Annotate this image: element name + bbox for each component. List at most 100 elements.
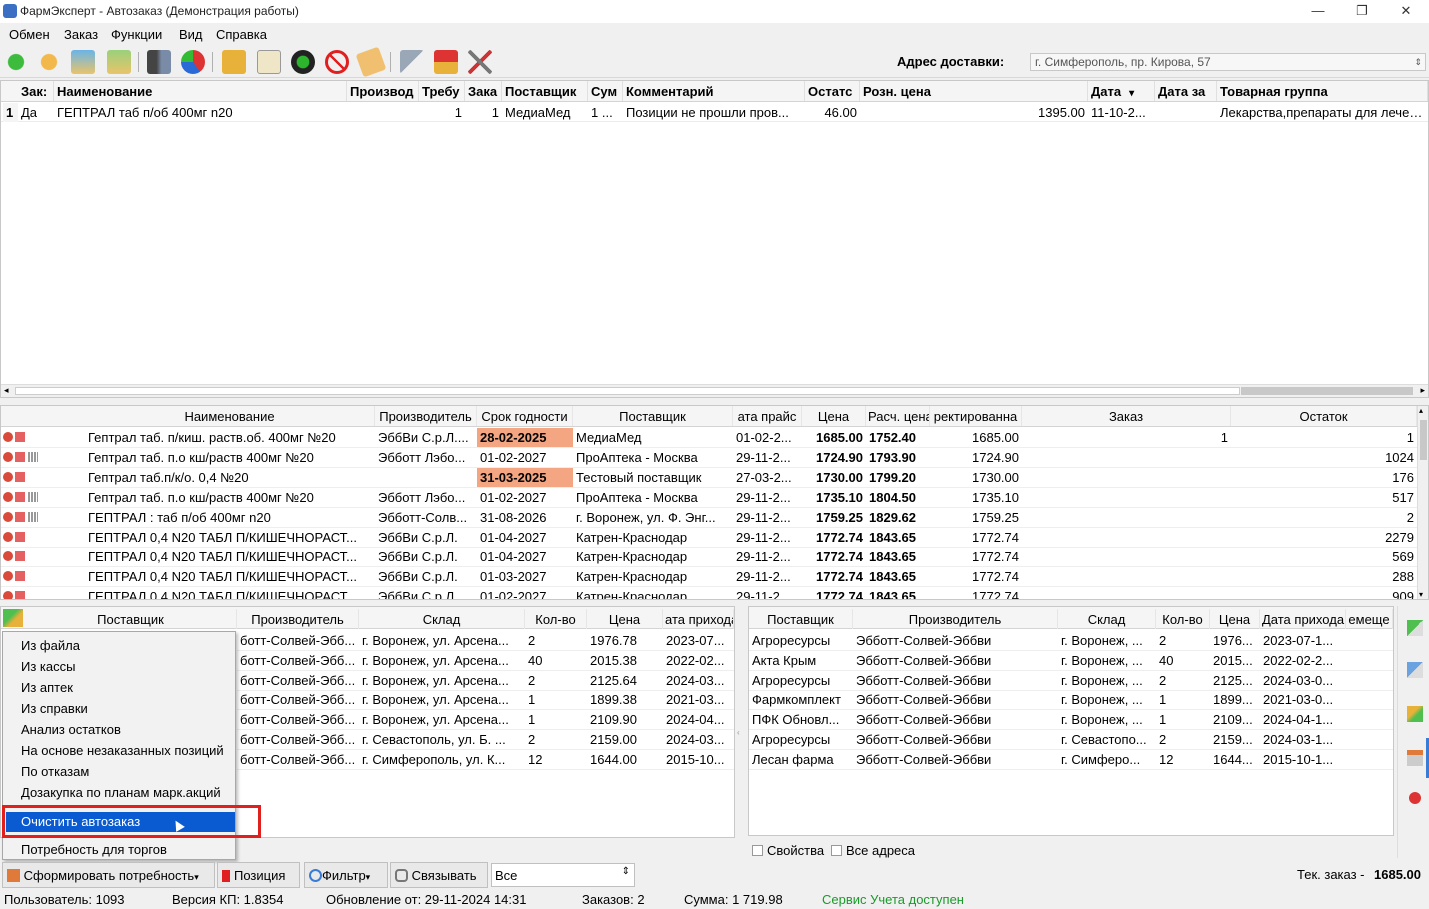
col-date[interactable]: ата прихода	[663, 609, 734, 629]
table-row[interactable]: ботт-Солвей-Эбб... г. Воронеж, ул. Арсена…	[237, 690, 734, 711]
table-row[interactable]: ГЕПТРАЛ : таб п/об 400мг n20 Эбботт-Солв.…	[1, 508, 1417, 528]
add-icon[interactable]	[3, 609, 23, 627]
table-row[interactable]: ГЕПТРАЛ 0,4 N20 ТАБЛ П/КИШЕЧНОРАСТ... Эбб…	[1, 547, 1417, 568]
tools-icon[interactable]	[468, 50, 492, 74]
table-row[interactable]: ГЕПТРАЛ 0,4 N20 ТАБЛ П/КИШЕЧНОРАСТ... Эбб…	[1, 528, 1417, 548]
table-row[interactable]: Фармкомплект Эбботт-Солвей-Эббви г. Вороне…	[749, 690, 1393, 711]
col-order[interactable]: Заказ	[1022, 406, 1231, 426]
clipboard-icon[interactable]	[257, 50, 281, 74]
table-row[interactable]: Гептрал таб. п.о кш/раств 400мг №20 Эббот…	[1, 448, 1417, 468]
table-row[interactable]: Гептрал таб. п.о кш/раств 400мг №20 Эббот…	[1, 488, 1417, 508]
col-ost[interactable]: Остатс	[805, 81, 860, 101]
menu-item-from-pharmacies[interactable]: Из аптек	[21, 680, 73, 695]
col-treb[interactable]: Требу	[419, 81, 465, 101]
table-row[interactable]: ПФК Обновл... Эбботт-Солвей-Эббви г. Ворон…	[749, 710, 1393, 731]
table-row[interactable]: ботт-Солвей-Эбб... г. Севастополь, ул. Б.…	[237, 730, 734, 750]
col-price[interactable]: Цена	[1210, 609, 1260, 629]
cell-order[interactable]	[1022, 468, 1231, 487]
col-sum[interactable]: Сум	[588, 81, 623, 101]
table-row[interactable]: Гептрал таб. п/киш. раств.об. 400мг №20 Э…	[1, 428, 1417, 448]
menu-item-unordered[interactable]: На основе незаказанных позиций	[21, 743, 224, 758]
cell-order[interactable]	[1022, 448, 1231, 467]
top-hscrollbar[interactable]: ◂ ▸	[1, 384, 1428, 397]
restore-button[interactable]: ❐	[1340, 0, 1384, 23]
col-place[interactable]: емеще	[1346, 609, 1393, 629]
col-proizv[interactable]: Производитель	[375, 406, 477, 426]
col-corr[interactable]: ректированна	[930, 406, 1022, 426]
address-select[interactable]: г. Симферополь, пр. Кирова, 57 ⇕	[1030, 53, 1426, 71]
col-name[interactable]: Наименование	[85, 406, 375, 426]
power-icon[interactable]	[291, 50, 315, 74]
col-post[interactable]: Поставщик	[573, 406, 733, 426]
col-post[interactable]: Поставщик	[749, 609, 853, 629]
document-icon[interactable]	[1407, 750, 1423, 766]
table-row[interactable]: ботт-Солвей-Эбб... г. Воронеж, ул. Арсена…	[237, 710, 734, 731]
col-qty[interactable]: Кол-во	[525, 609, 587, 629]
menu-item-from-reference[interactable]: Из справки	[21, 701, 88, 716]
col-date2[interactable]: Дата за	[1155, 81, 1217, 101]
add-green-icon[interactable]	[1407, 620, 1423, 636]
remove-icon[interactable]	[1409, 792, 1421, 804]
table-row[interactable]: 1 Да ГЕПТРАЛ таб п/об 400мг n20 1 1 Меди…	[1, 103, 1428, 122]
cell-order[interactable]: 1	[1022, 428, 1231, 447]
cell-order[interactable]	[1022, 567, 1231, 586]
col-proizv[interactable]: Производ	[347, 81, 419, 101]
binoculars-icon[interactable]	[147, 50, 171, 74]
col-qty[interactable]: Кол-во	[1156, 609, 1210, 629]
menu-item-tender-demand[interactable]: Потребность для торгов	[21, 842, 167, 857]
scroll-left-icon[interactable]: ◂	[4, 385, 9, 396]
box-icon[interactable]	[222, 50, 246, 74]
menu-vid[interactable]: Вид	[179, 27, 203, 42]
flag-icon[interactable]	[400, 50, 424, 74]
scroll-right-icon[interactable]: ▸	[1420, 385, 1425, 396]
col-date[interactable]: Дата ▾	[1088, 81, 1155, 101]
table-row[interactable]: ботт-Солвей-Эбб... г. Воронеж, ул. Арсена…	[237, 671, 734, 691]
stop-icon[interactable]	[325, 50, 349, 74]
col-srok[interactable]: Срок годности	[477, 406, 573, 426]
menu-item-from-cash[interactable]: Из кассы	[21, 659, 75, 674]
col-group[interactable]: Товарная группа	[1217, 81, 1428, 101]
mid-vscrollbar[interactable]: ▴ ▾	[1417, 406, 1428, 599]
col-proizv[interactable]: Производитель	[853, 609, 1058, 629]
pie-chart-icon[interactable]	[181, 50, 205, 74]
house-icon[interactable]	[434, 50, 458, 74]
properties-checkbox[interactable]	[752, 845, 763, 856]
refresh-green-icon[interactable]	[4, 50, 28, 74]
close-button[interactable]: ✕	[1384, 0, 1428, 23]
minimize-button[interactable]: —	[1296, 0, 1340, 23]
cell-order[interactable]	[1022, 508, 1231, 527]
col-zakaz[interactable]: Зака	[465, 81, 502, 101]
menu-obmen[interactable]: Обмен	[9, 27, 50, 42]
cell-order[interactable]	[1022, 547, 1231, 566]
col-post[interactable]: Поставщик	[25, 609, 237, 629]
menu-item-stock-analysis[interactable]: Анализ остатков	[21, 722, 121, 737]
table-row[interactable]: Агроресурсы Эбботт-Солвей-Эббви г. Воронеж…	[749, 671, 1393, 691]
table-row[interactable]: Лесан фарма Эбботт-Солвей-Эббви г. Симферо…	[749, 750, 1393, 770]
col-zak[interactable]: Зак:	[18, 81, 54, 101]
col-date[interactable]: Дата прихода	[1260, 609, 1346, 629]
cell-order[interactable]	[1022, 587, 1231, 599]
form-demand-button[interactable]: Сформировать потребность▾	[2, 862, 215, 888]
menu-funkcii[interactable]: Функции	[111, 27, 162, 42]
all-addresses-checkbox[interactable]	[831, 845, 842, 856]
col-sklad[interactable]: Склад	[359, 609, 525, 629]
table-row[interactable]: ГЕПТРАЛ 0,4 N20 ТАБЛ П/КИШЕЧНОРАСТ... Эбб…	[1, 587, 1417, 599]
col-calc[interactable]: Расч. цена	[866, 406, 930, 426]
table-row[interactable]: ботт-Солвей-Эбб... г. Воронеж, ул. Арсена…	[237, 651, 734, 671]
table-row[interactable]: Акта Крым Эбботт-Солвей-Эббви г. Воронеж, …	[749, 651, 1393, 671]
col-post[interactable]: Поставщик	[502, 81, 588, 101]
col-date[interactable]: ата прайс	[733, 406, 802, 426]
position-button[interactable]: Позиция	[217, 862, 300, 888]
col-sklad[interactable]: Склад	[1058, 609, 1156, 629]
table-row[interactable]: ГЕПТРАЛ 0,4 N20 ТАБЛ П/КИШЕЧНОРАСТ... Эбб…	[1, 567, 1417, 588]
menu-spravka[interactable]: Справка	[216, 27, 267, 42]
col-ost[interactable]: Остаток	[1231, 406, 1417, 426]
table-row[interactable]: ботт-Солвей-Эбб... г. Воронеж, ул. Арсена…	[237, 631, 734, 651]
table-row[interactable]: Агроресурсы Эбботт-Солвей-Эббви г. Севасто…	[749, 730, 1393, 750]
table-row[interactable]: Агроресурсы Эбботт-Солвей-Эббви г. Воронеж…	[749, 631, 1393, 651]
menu-item-promo-purchase[interactable]: Дозакупка по планам марк.акций	[21, 785, 221, 800]
upload-icon[interactable]	[71, 50, 95, 74]
col-price[interactable]: Цена	[587, 609, 663, 629]
col-proizv[interactable]: Производитель	[237, 609, 359, 629]
export-icon[interactable]	[1407, 662, 1423, 678]
